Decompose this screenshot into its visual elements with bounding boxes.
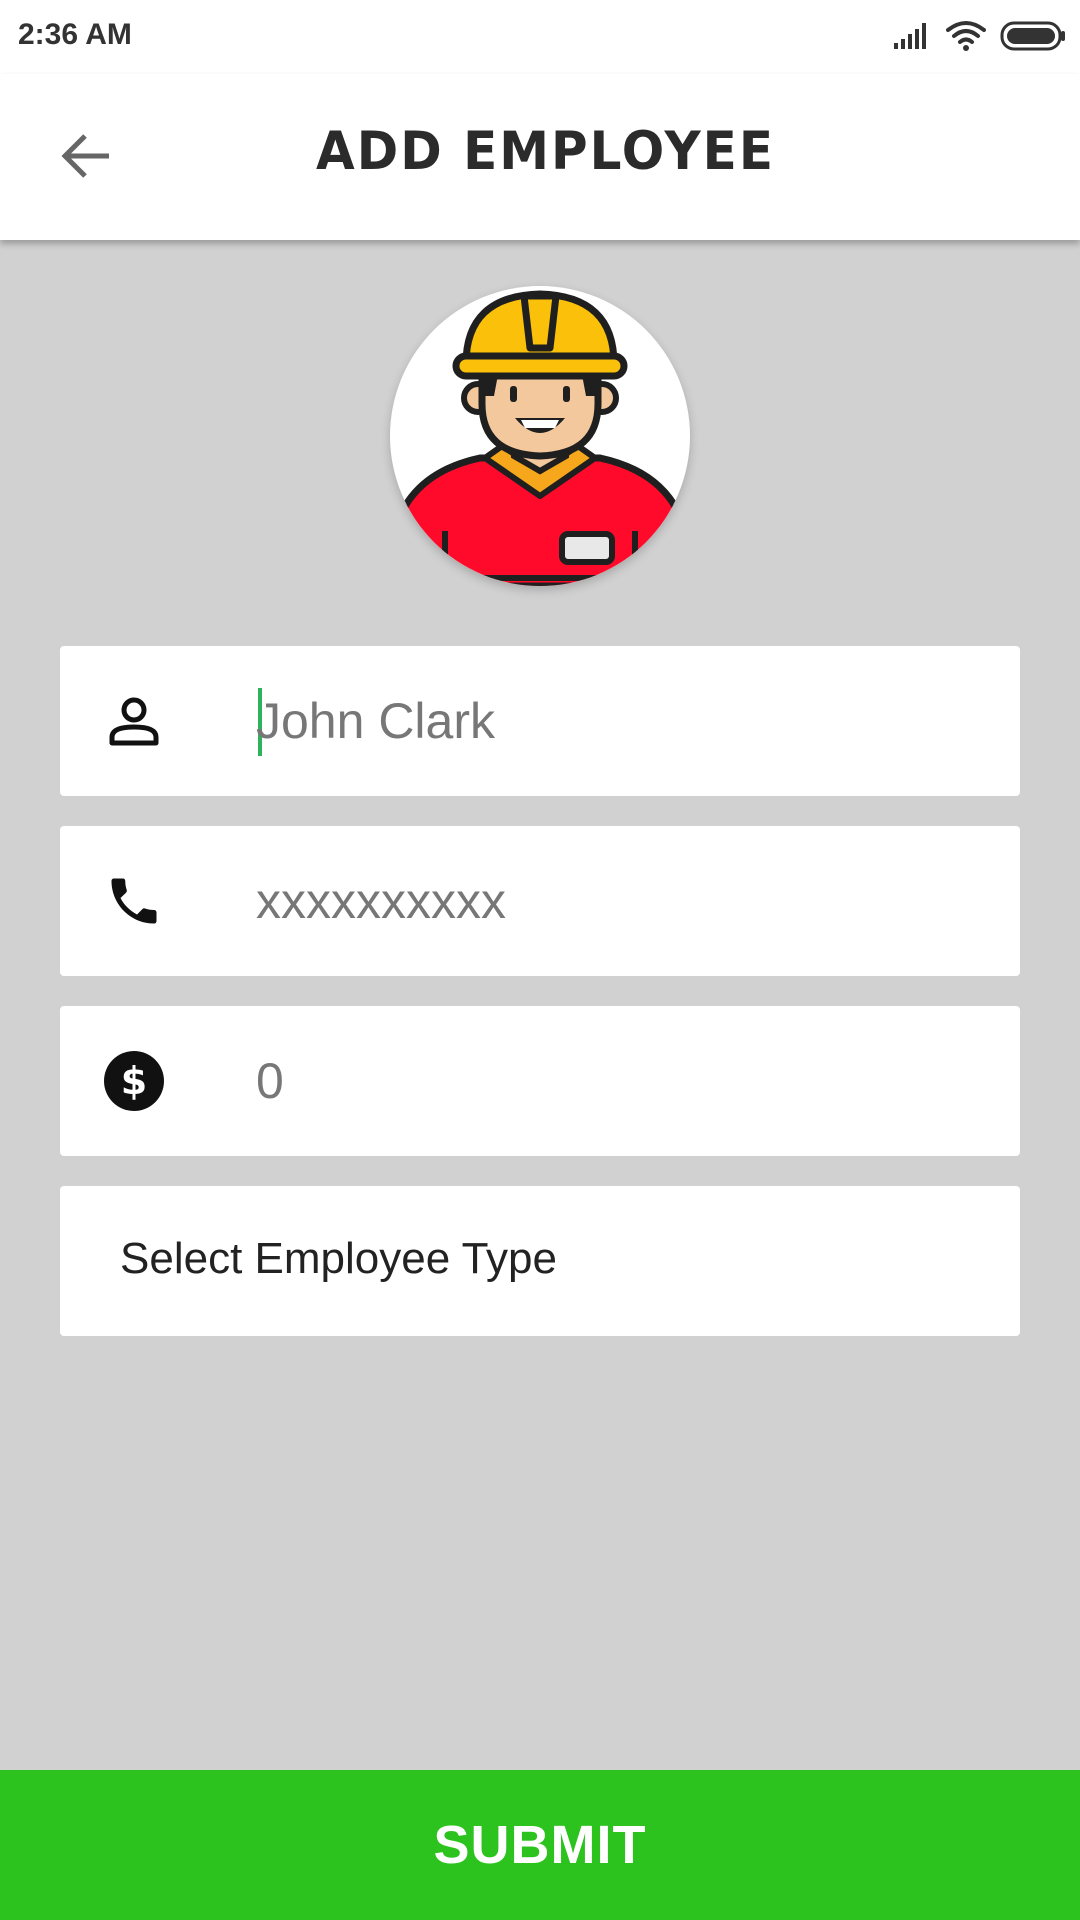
phone-input[interactable] [256, 856, 976, 946]
employee-type-label: Select Employee Type [120, 1234, 557, 1283]
status-bar: 2:36 AM [0, 0, 1080, 74]
svg-text:$: $ [121, 1059, 147, 1103]
avatar[interactable] [390, 286, 690, 586]
name-field[interactable] [60, 646, 1020, 796]
submit-button[interactable]: SUBMIT [0, 1770, 1080, 1920]
status-time: 2:36 AM [18, 18, 132, 51]
construction-worker-avatar [396, 290, 684, 586]
salary-field[interactable]: $ [60, 1006, 1020, 1156]
back-button[interactable] [50, 126, 120, 186]
person-icon [102, 689, 166, 753]
wifi-icon [946, 21, 986, 51]
salary-input[interactable] [256, 1036, 976, 1126]
name-input[interactable] [256, 676, 976, 766]
phone-icon [102, 869, 166, 933]
employee-type-select[interactable]: Select Employee Type [60, 1186, 1020, 1336]
page-title: ADD EMPLOYEE [316, 120, 775, 182]
battery-icon [1000, 21, 1065, 51]
dollar-icon: $ [102, 1049, 166, 1113]
signal-icon [894, 23, 926, 49]
arrow-back-icon [61, 134, 109, 178]
phone-field[interactable] [60, 826, 1020, 976]
app-bar: ADD EMPLOYEE [0, 74, 1080, 240]
status-icons [892, 18, 1066, 54]
